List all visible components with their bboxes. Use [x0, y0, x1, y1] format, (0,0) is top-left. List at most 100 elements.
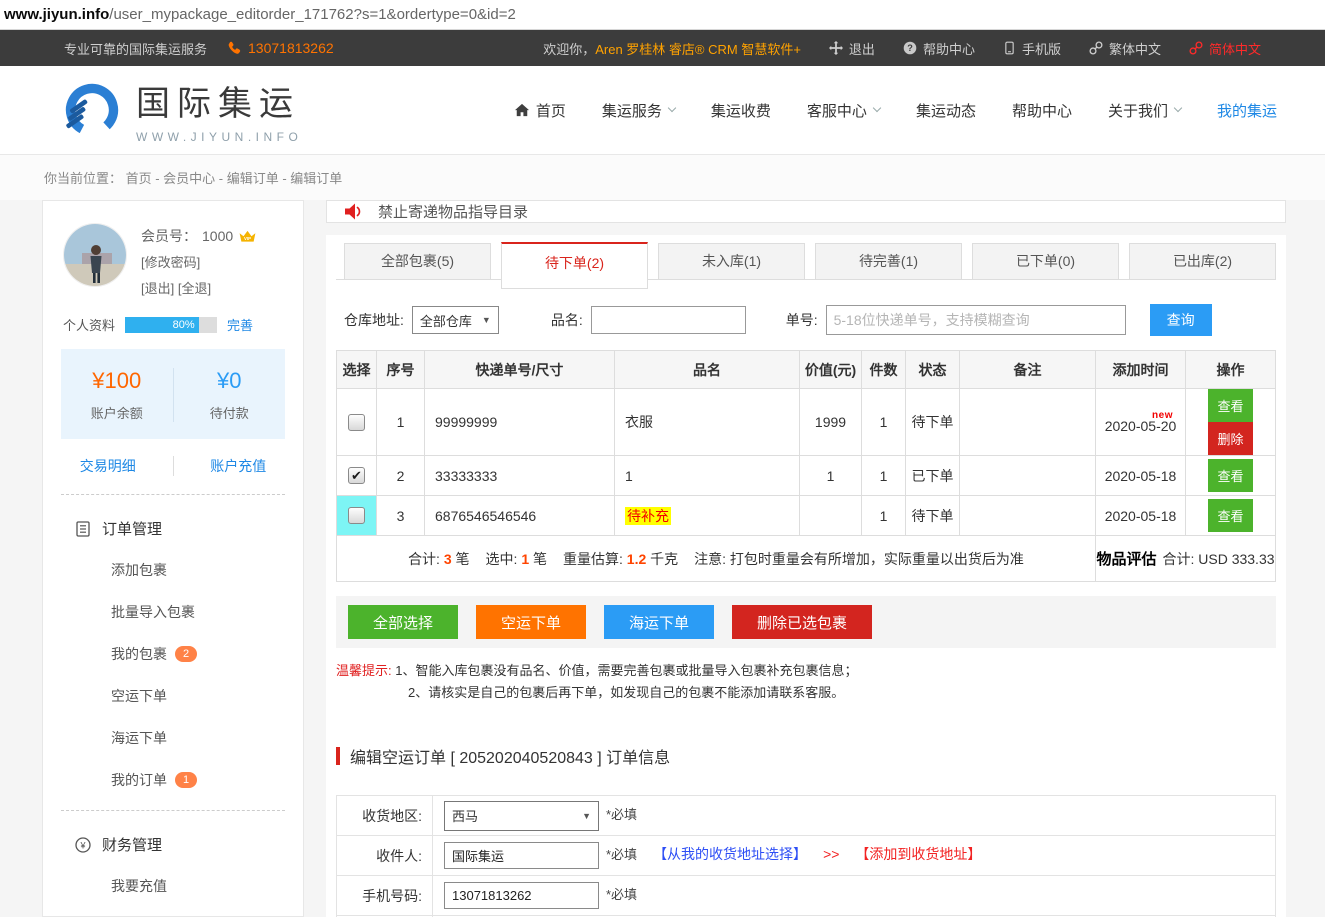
topbar-link-traditional[interactable]: 繁体中文: [1089, 39, 1161, 58]
receiver-label: 收件人:: [337, 836, 433, 876]
qty-cell: 1: [862, 456, 906, 496]
column-header: 品名: [615, 351, 800, 389]
home-icon: [515, 103, 529, 117]
change-password-link[interactable]: [修改密码]: [141, 253, 257, 272]
region-select[interactable]: 西马▼: [444, 801, 599, 831]
delete-selected-button[interactable]: 删除已选包裹: [732, 605, 872, 639]
phone-icon: [227, 41, 242, 56]
address-pick-link[interactable]: 【从我的收货地址选择】: [653, 846, 807, 862]
tab-all[interactable]: 全部包裹(5): [344, 243, 491, 280]
complete-profile-link[interactable]: 完善: [227, 315, 253, 334]
sidebar-menu-title-label: 财务管理: [102, 834, 162, 855]
tab-pending_order[interactable]: 待下单(2): [501, 242, 648, 289]
nav-item-support[interactable]: 客服中心: [807, 100, 880, 121]
air-order-button[interactable]: 空运下单: [476, 605, 586, 639]
sidebar-item-my_packages[interactable]: 我的包裹2: [43, 633, 303, 675]
address-add-link[interactable]: >>: [823, 846, 839, 862]
row-checkbox[interactable]: [348, 507, 365, 524]
sidebar-item-recharge[interactable]: 我要充值: [43, 865, 303, 907]
tab-ordered[interactable]: 已下单(0): [972, 243, 1119, 280]
site-logo[interactable]: 国际集运 WWW.JIYUN.INFO: [64, 76, 302, 144]
column-header: 状态: [906, 351, 960, 389]
seq-cell: 2: [377, 456, 425, 496]
sidebar-menu-title: 订单管理: [43, 508, 303, 549]
name-cell: 1: [615, 456, 800, 496]
select-all-button[interactable]: 全部选择: [348, 605, 458, 639]
nav-item-help[interactable]: 帮助中心: [1012, 100, 1072, 121]
value-cell: 1999: [800, 389, 862, 456]
address-add-link[interactable]: 【添加到收货地址】: [855, 846, 981, 862]
sidebar-item-add_package[interactable]: 添加包裹: [43, 549, 303, 591]
nav-item-pricing[interactable]: 集运收费: [711, 100, 771, 121]
sidebar-menu: 订单管理添加包裹批量导入包裹我的包裹2 空运下单海运下单我的订单1: [43, 495, 303, 810]
view-button[interactable]: 查看: [1208, 499, 1252, 532]
nav-item-services[interactable]: 集运服务: [602, 100, 675, 121]
phone-input[interactable]: [444, 882, 599, 909]
transactions-link[interactable]: 交易明细: [43, 456, 173, 476]
recharge-link[interactable]: 账户充值: [173, 456, 304, 476]
notice-bar[interactable]: 禁止寄递物品指导目录: [326, 200, 1286, 223]
breadcrumb: 你当前位置： 首页 - 会员中心 - 编辑订单 - 编辑订单: [0, 155, 1325, 200]
status-cell: 已下单: [906, 456, 960, 496]
nav-item-about[interactable]: 关于我们: [1108, 100, 1181, 121]
topbar-link-mobile[interactable]: 手机版: [1003, 39, 1061, 58]
summary-label: 选中:: [486, 551, 522, 567]
tab-incomplete[interactable]: 待完善(1): [815, 243, 962, 280]
sidebar-item-air_order[interactable]: 空运下单: [43, 675, 303, 717]
topbar-link-label: 简体中文: [1209, 39, 1261, 58]
url-path: /user_mypackage_editorder_171762?s=1&ord…: [109, 6, 516, 23]
tracking-number-input[interactable]: [826, 305, 1126, 335]
sidebar-item-recharge_records[interactable]: 充值记录: [43, 907, 303, 917]
nav-item-news[interactable]: 集运动态: [916, 100, 976, 121]
summary-piece: 合计: 3 笔: [408, 551, 469, 567]
topbar-link-label: 退出: [849, 39, 875, 58]
profile-progress-fill: 80%: [125, 317, 199, 333]
warehouse-select[interactable]: 全部仓库 ▼: [412, 306, 499, 334]
sidebar-item-sea_order[interactable]: 海运下单: [43, 717, 303, 759]
nav-item-label: 客服中心: [807, 100, 867, 121]
row-checkbox[interactable]: ✔: [348, 467, 365, 484]
sidebar-item-label: 空运下单: [111, 686, 167, 706]
delete-button[interactable]: 删除: [1208, 422, 1252, 455]
sidebar-menu-title-label: 订单管理: [102, 518, 162, 539]
svg-text:¥: ¥: [79, 840, 86, 850]
search-button[interactable]: 查询: [1150, 304, 1212, 336]
tab-shipped[interactable]: 已出库(2): [1129, 243, 1276, 280]
view-button[interactable]: 查看: [1208, 459, 1252, 492]
sidebar-menu: ¥ 财务管理我要充值充值记录: [43, 811, 303, 917]
chevron-down-icon: [1174, 104, 1182, 112]
status-cell: 待下单: [906, 496, 960, 536]
summary-left: 合计: 3 笔选中: 1 笔重量估算: 1.2 千克注意: 打包时重量会有所增加…: [337, 536, 1096, 582]
nav-item-my[interactable]: 我的集运: [1217, 100, 1277, 121]
phone-label: 手机号码:: [337, 876, 433, 916]
receiver-input[interactable]: [444, 842, 599, 869]
evaluation-value: 合计: USD 333.33: [1162, 551, 1274, 567]
seq-cell: 3: [377, 496, 425, 536]
vip-crown-icon: VIP: [238, 230, 257, 243]
product-name-input[interactable]: [591, 306, 746, 334]
table-header-row: 选择序号快递单号/尺寸品名价值(元)件数状态备注添加时间操作: [337, 351, 1276, 389]
value-cell: [800, 496, 862, 536]
topbar-link-simplified[interactable]: 简体中文: [1189, 39, 1261, 58]
browser-address-bar[interactable]: www.jiyun.info/user_mypackage_editorder_…: [0, 0, 1325, 30]
row-checkbox[interactable]: [348, 414, 365, 431]
tab-not_received[interactable]: 未入库(1): [658, 243, 805, 280]
logo-subtitle: WWW.JIYUN.INFO: [136, 130, 302, 144]
summary-evaluation: 物品评估合计: USD 333.33: [1096, 536, 1276, 582]
sidebar-item-my_orders[interactable]: 我的订单1: [43, 759, 303, 801]
svg-text:?: ?: [907, 43, 913, 53]
date-text: 2020-05-18: [1105, 468, 1177, 484]
select-cell: ✔: [337, 456, 377, 496]
nav-item-home[interactable]: 首页: [515, 100, 566, 121]
topbar-link-help[interactable]: ?帮助中心: [903, 39, 975, 58]
sidebar-item-batch_import[interactable]: 批量导入包裹: [43, 591, 303, 633]
sea-order-button[interactable]: 海运下单: [604, 605, 714, 639]
url-host: www.jiyun.info: [4, 6, 109, 23]
topbar-link-exit[interactable]: 退出: [829, 39, 875, 58]
logout-links[interactable]: [退出] [全退]: [141, 279, 257, 298]
form-row: 手机号码:*必填: [337, 876, 1276, 916]
view-button[interactable]: 查看: [1208, 389, 1252, 422]
count-badge: 2: [175, 646, 197, 662]
avatar[interactable]: [63, 223, 127, 287]
summary-label: 合计:: [408, 551, 444, 567]
